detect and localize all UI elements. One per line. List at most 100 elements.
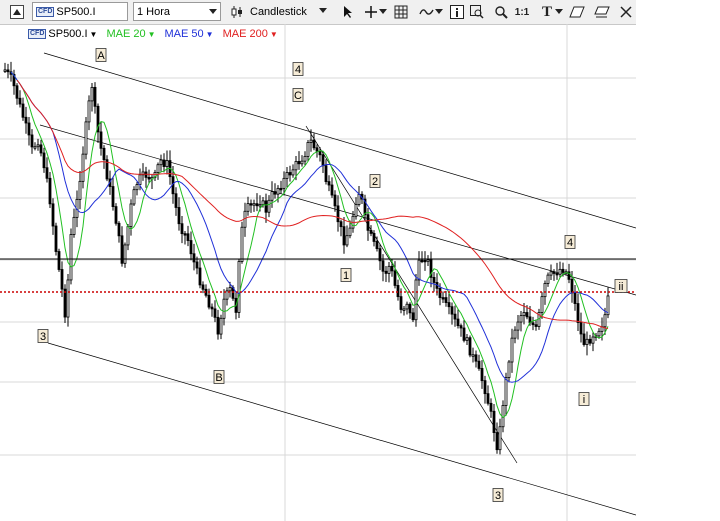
candle-body (219, 317, 223, 335)
candle-body (552, 271, 556, 274)
candle-body (72, 216, 76, 235)
eraser-icon[interactable] (568, 3, 586, 21)
chart-style-select[interactable]: Candlestick (228, 2, 330, 21)
candle-body (156, 164, 160, 173)
candle-body (273, 191, 277, 195)
candle-body (240, 226, 244, 262)
candle-body (78, 180, 82, 200)
candle-body (489, 402, 493, 412)
candle-body (531, 322, 535, 326)
magnifier-icon[interactable] (492, 3, 510, 21)
candle-body (198, 267, 202, 286)
candle-body (216, 316, 220, 335)
wave-label: 4 (295, 64, 301, 76)
price-chart[interactable]: A 4 C 2 1 4 ii 3 Bi 3 (0, 24, 636, 521)
zoom-area-icon[interactable] (468, 3, 486, 21)
candle-body (432, 276, 436, 283)
candle-body (462, 327, 466, 341)
candle-body (66, 279, 70, 318)
candle-body (354, 204, 358, 217)
candle-body (588, 338, 592, 344)
candle-body (492, 410, 496, 433)
candle-body (102, 147, 106, 161)
symbol-value: SP500.I (56, 5, 96, 18)
price-level-lines (0, 258, 636, 293)
candle-body (357, 193, 361, 205)
crosshair-dropdown-icon[interactable] (378, 3, 388, 21)
candle-body (57, 251, 61, 270)
candle-body (255, 203, 259, 207)
chart-window-icon[interactable] (8, 3, 26, 21)
symbol-input[interactable]: CFD SP500.I (32, 2, 128, 21)
candle-body (183, 233, 187, 236)
wave-label: 3 (40, 331, 46, 343)
candle-body (291, 169, 295, 176)
candle-body (315, 147, 319, 152)
candle-body (54, 225, 58, 252)
candle-body (450, 306, 454, 315)
candle-body (213, 308, 217, 318)
candle-body (534, 324, 538, 327)
text-tool-dropdown-icon[interactable] (554, 3, 564, 21)
candle-body (180, 223, 184, 235)
candle-body (573, 292, 577, 304)
candle-body (288, 172, 292, 176)
channel-line (47, 342, 636, 516)
mae200-line (16, 79, 609, 329)
candle-body (258, 204, 262, 207)
candle-body (114, 206, 118, 224)
candle-body (42, 152, 46, 169)
candle-body (525, 312, 529, 318)
candle-body (513, 329, 517, 339)
candle-body (84, 121, 88, 155)
cfd-badge: CFD (36, 6, 55, 17)
chevron-down-icon (209, 9, 217, 14)
candle-body (441, 297, 445, 300)
candle-body (417, 259, 421, 281)
wave-label: A (97, 50, 105, 62)
timeframe-select[interactable]: 1 Hora (133, 2, 221, 21)
chart-toolbar: CFD SP500.I 1 Hora Candlestick 1:1 T (0, 0, 636, 25)
candle-body (390, 265, 394, 272)
candle-body (393, 270, 397, 286)
candle-body (540, 296, 544, 313)
indicator-dropdown-icon[interactable] (434, 3, 444, 21)
cross-tool-icon[interactable] (617, 3, 635, 21)
grid-icon[interactable] (392, 3, 410, 21)
wave-label: ii (619, 281, 624, 293)
candle-body (420, 259, 424, 263)
wave-label: i (583, 394, 585, 406)
chevron-down-icon (319, 8, 327, 13)
candle-body (222, 298, 226, 319)
candle-body (414, 279, 418, 321)
candle-body (189, 240, 193, 255)
candle-body (297, 161, 301, 165)
candle-body (339, 221, 343, 228)
candle-body (225, 290, 229, 300)
candle-body (6, 69, 10, 73)
trash-icon[interactable] (593, 3, 611, 21)
candle-body (261, 200, 265, 205)
candle-body (21, 103, 25, 118)
candle-body (276, 187, 280, 195)
candle-body (249, 203, 253, 206)
info-icon[interactable] (448, 3, 466, 21)
candle-body (549, 271, 553, 276)
wave-label: 4 (567, 237, 573, 249)
candle-body (228, 287, 232, 292)
candle-body (312, 139, 316, 149)
wave-label: 3 (495, 490, 501, 502)
candle-body (444, 297, 448, 303)
candle-body (99, 131, 103, 149)
candle-body (324, 165, 328, 183)
candle-body (579, 322, 583, 335)
candle-body (486, 393, 490, 404)
one-to-one-icon[interactable]: 1:1 (513, 3, 531, 21)
candle-body (321, 154, 325, 167)
candle-body (582, 333, 586, 345)
candle-body (60, 269, 64, 290)
candle-body (129, 203, 133, 227)
pointer-icon[interactable] (339, 3, 357, 21)
candle-body (117, 222, 121, 237)
candle-body (33, 146, 37, 149)
